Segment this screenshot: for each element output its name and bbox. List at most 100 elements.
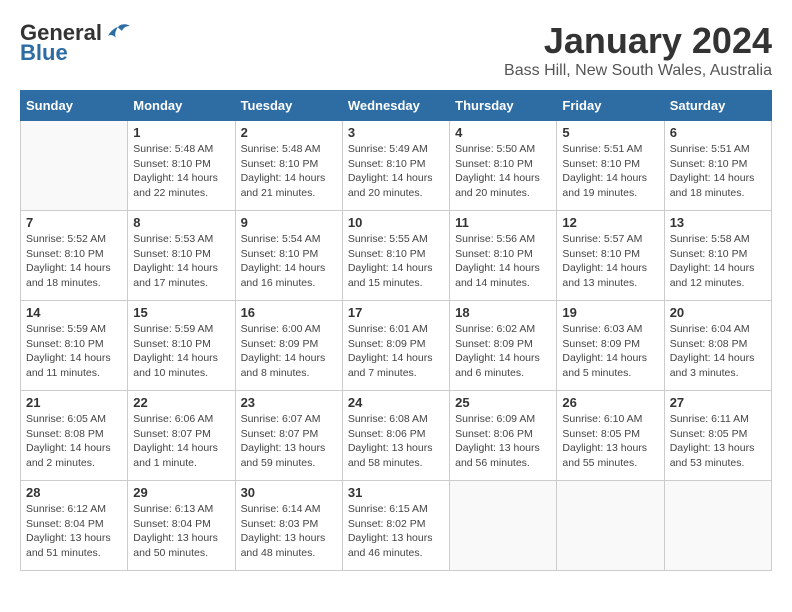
logo-blue-text: Blue [20, 40, 68, 66]
day-number: 11 [455, 215, 551, 230]
calendar-cell: 19Sunrise: 6:03 AMSunset: 8:09 PMDayligh… [557, 301, 664, 391]
calendar-cell: 12 Sunrise: 5:57 AMSunset: 8:10 PMDayligh… [557, 211, 664, 301]
logo-bird-icon [104, 22, 132, 44]
calendar-cell: 26 Sunrise: 6:10 AMSunset: 8:05 PMDayligh… [557, 391, 664, 481]
day-number: 6 [670, 125, 766, 140]
day-number: 29 [133, 485, 229, 500]
week-row-5: 28Sunrise: 6:12 AMSunset: 8:04 PMDayligh… [21, 481, 772, 571]
calendar-cell: 11 Sunrise: 5:56 AMSunset: 8:10 PMDayligh… [450, 211, 557, 301]
calendar-cell: 4 Sunrise: 5:50 AMSunset: 8:10 PMDaylight… [450, 121, 557, 211]
calendar-cell: 10Sunrise: 5:55 AMSunset: 8:10 PMDayligh… [342, 211, 449, 301]
day-number: 15 [133, 305, 229, 320]
day-number: 1 [133, 125, 229, 140]
day-header-thursday: Thursday [450, 91, 557, 121]
calendar-cell: 6 Sunrise: 5:51 AMSunset: 8:10 PMDaylight… [664, 121, 771, 211]
day-number: 17 [348, 305, 444, 320]
day-detail: Sunrise: 6:03 AMSunset: 8:09 PMDaylight:… [562, 322, 658, 381]
calendar-table: SundayMondayTuesdayWednesdayThursdayFrid… [20, 90, 772, 571]
day-number: 7 [26, 215, 122, 230]
day-detail: Sunrise: 6:08 AMSunset: 8:06 PMDaylight:… [348, 412, 444, 471]
calendar-cell: 1 Sunrise: 5:48 AMSunset: 8:10 PMDaylight… [128, 121, 235, 211]
day-number: 25 [455, 395, 551, 410]
title-section: January 2024 Bass Hill, New South Wales,… [504, 20, 772, 80]
calendar-cell: 14Sunrise: 5:59 AMSunset: 8:10 PMDayligh… [21, 301, 128, 391]
logo: General Blue [20, 20, 132, 66]
calendar-cell: 8 Sunrise: 5:53 AMSunset: 8:10 PMDaylight… [128, 211, 235, 301]
calendar-cell: 9 Sunrise: 5:54 AMSunset: 8:10 PMDaylight… [235, 211, 342, 301]
calendar-cell: 30 Sunrise: 6:14 AMSunset: 8:03 PMDayligh… [235, 481, 342, 571]
week-row-4: 21Sunrise: 6:05 AMSunset: 8:08 PMDayligh… [21, 391, 772, 481]
day-detail: Sunrise: 5:53 AMSunset: 8:10 PMDaylight:… [133, 232, 229, 291]
day-detail: Sunrise: 5:54 AMSunset: 8:10 PMDaylight:… [241, 232, 337, 291]
day-header-tuesday: Tuesday [235, 91, 342, 121]
week-row-2: 7 Sunrise: 5:52 AMSunset: 8:10 PMDaylight… [21, 211, 772, 301]
calendar-cell: 21Sunrise: 6:05 AMSunset: 8:08 PMDayligh… [21, 391, 128, 481]
day-number: 10 [348, 215, 444, 230]
calendar-cell: 2Sunrise: 5:48 AMSunset: 8:10 PMDaylight… [235, 121, 342, 211]
day-number: 8 [133, 215, 229, 230]
calendar-cell: 17Sunrise: 6:01 AMSunset: 8:09 PMDayligh… [342, 301, 449, 391]
calendar-cell: 31 Sunrise: 6:15 AMSunset: 8:02 PMDayligh… [342, 481, 449, 571]
header-row: SundayMondayTuesdayWednesdayThursdayFrid… [21, 91, 772, 121]
day-detail: Sunrise: 5:51 AMSunset: 8:10 PMDaylight:… [562, 142, 658, 201]
day-number: 3 [348, 125, 444, 140]
day-number: 23 [241, 395, 337, 410]
day-detail: Sunrise: 6:06 AMSunset: 8:07 PMDaylight:… [133, 412, 229, 471]
day-detail: Sunrise: 6:10 AMSunset: 8:05 PMDaylight:… [562, 412, 658, 471]
day-detail: Sunrise: 6:02 AMSunset: 8:09 PMDaylight:… [455, 322, 551, 381]
calendar-cell [450, 481, 557, 571]
calendar-cell: 24 Sunrise: 6:08 AMSunset: 8:06 PMDayligh… [342, 391, 449, 481]
calendar-cell: 25 Sunrise: 6:09 AMSunset: 8:06 PMDayligh… [450, 391, 557, 481]
day-detail: Sunrise: 6:00 AMSunset: 8:09 PMDaylight:… [241, 322, 337, 381]
day-number: 31 [348, 485, 444, 500]
day-number: 16 [241, 305, 337, 320]
day-number: 5 [562, 125, 658, 140]
day-detail: Sunrise: 6:11 AMSunset: 8:05 PMDaylight:… [670, 412, 766, 471]
day-number: 26 [562, 395, 658, 410]
calendar-cell: 28Sunrise: 6:12 AMSunset: 8:04 PMDayligh… [21, 481, 128, 571]
calendar-cell: 7 Sunrise: 5:52 AMSunset: 8:10 PMDaylight… [21, 211, 128, 301]
day-detail: Sunrise: 6:09 AMSunset: 8:06 PMDaylight:… [455, 412, 551, 471]
calendar-cell: 20 Sunrise: 6:04 AMSunset: 8:08 PMDayligh… [664, 301, 771, 391]
calendar-cell: 13Sunrise: 5:58 AMSunset: 8:10 PMDayligh… [664, 211, 771, 301]
day-detail: Sunrise: 5:56 AMSunset: 8:10 PMDaylight:… [455, 232, 551, 291]
day-detail: Sunrise: 6:14 AMSunset: 8:03 PMDaylight:… [241, 502, 337, 561]
day-detail: Sunrise: 5:49 AMSunset: 8:10 PMDaylight:… [348, 142, 444, 201]
day-detail: Sunrise: 5:52 AMSunset: 8:10 PMDaylight:… [26, 232, 122, 291]
calendar-cell: 22 Sunrise: 6:06 AMSunset: 8:07 PMDayligh… [128, 391, 235, 481]
day-number: 12 [562, 215, 658, 230]
calendar-cell: 23Sunrise: 6:07 AMSunset: 8:07 PMDayligh… [235, 391, 342, 481]
day-number: 9 [241, 215, 337, 230]
calendar-cell: 5 Sunrise: 5:51 AMSunset: 8:10 PMDaylight… [557, 121, 664, 211]
day-number: 30 [241, 485, 337, 500]
calendar-cell [557, 481, 664, 571]
day-number: 4 [455, 125, 551, 140]
calendar-cell: 27 Sunrise: 6:11 AMSunset: 8:05 PMDayligh… [664, 391, 771, 481]
calendar-cell: 16 Sunrise: 6:00 AMSunset: 8:09 PMDayligh… [235, 301, 342, 391]
day-detail: Sunrise: 5:48 AMSunset: 8:10 PMDaylight:… [133, 142, 229, 201]
day-detail: Sunrise: 6:15 AMSunset: 8:02 PMDaylight:… [348, 502, 444, 561]
day-detail: Sunrise: 5:57 AMSunset: 8:10 PMDaylight:… [562, 232, 658, 291]
day-detail: Sunrise: 5:51 AMSunset: 8:10 PMDaylight:… [670, 142, 766, 201]
calendar-cell [664, 481, 771, 571]
day-detail: Sunrise: 5:59 AMSunset: 8:10 PMDaylight:… [26, 322, 122, 381]
day-number: 20 [670, 305, 766, 320]
day-number: 2 [241, 125, 337, 140]
day-detail: Sunrise: 6:04 AMSunset: 8:08 PMDaylight:… [670, 322, 766, 381]
month-title: January 2024 [504, 20, 772, 62]
day-detail: Sunrise: 6:13 AMSunset: 8:04 PMDaylight:… [133, 502, 229, 561]
day-header-wednesday: Wednesday [342, 91, 449, 121]
day-number: 28 [26, 485, 122, 500]
day-number: 24 [348, 395, 444, 410]
day-detail: Sunrise: 5:50 AMSunset: 8:10 PMDaylight:… [455, 142, 551, 201]
day-header-saturday: Saturday [664, 91, 771, 121]
day-number: 13 [670, 215, 766, 230]
page-header: General Blue January 2024 Bass Hill, New… [20, 20, 772, 80]
day-detail: Sunrise: 5:59 AMSunset: 8:10 PMDaylight:… [133, 322, 229, 381]
calendar-cell [21, 121, 128, 211]
calendar-cell: 15 Sunrise: 5:59 AMSunset: 8:10 PMDayligh… [128, 301, 235, 391]
day-header-sunday: Sunday [21, 91, 128, 121]
day-number: 22 [133, 395, 229, 410]
day-number: 27 [670, 395, 766, 410]
calendar-cell: 3 Sunrise: 5:49 AMSunset: 8:10 PMDaylight… [342, 121, 449, 211]
